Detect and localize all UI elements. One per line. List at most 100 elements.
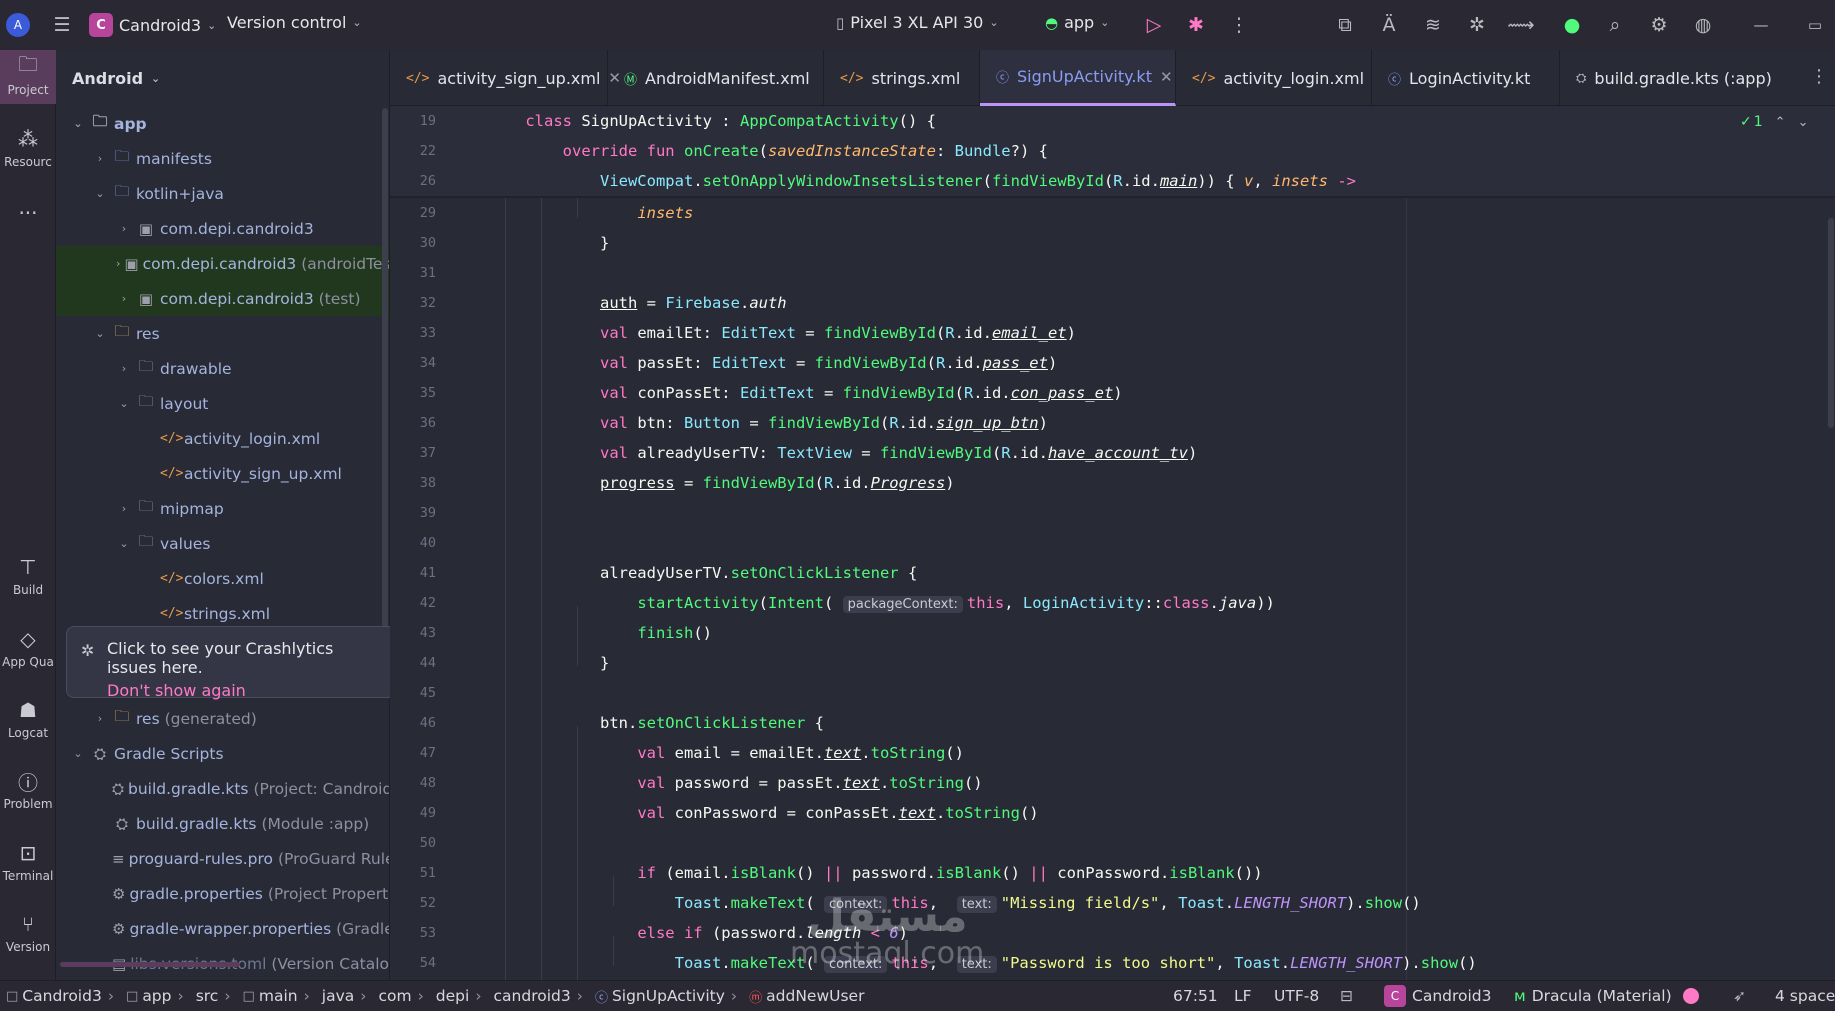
- rocket-icon[interactable]: ➶: [1733, 987, 1746, 1005]
- tab-sign-up-activity-kt[interactable]: ⓒ SignUpActivity.kt ✕: [980, 50, 1176, 106]
- breadcrumb-item[interactable]: □ main ›: [243, 987, 316, 1005]
- tree-node-activity-login-xml[interactable]: </> activity_login.xml: [56, 421, 389, 456]
- tree-node-layout[interactable]: ⌄ 🗀 layout: [56, 386, 389, 421]
- debug-icon[interactable]: ✱: [1181, 10, 1211, 40]
- avatar[interactable]: ◍: [1688, 10, 1718, 40]
- project-view-selector[interactable]: Android ⌄: [56, 50, 389, 106]
- problems-tool-button[interactable]: ⓘ Problem: [0, 768, 56, 812]
- run-icon[interactable]: ▷: [1139, 10, 1169, 40]
- run-config-selector[interactable]: ◓ app ⌄: [1045, 13, 1109, 32]
- panel-horizontal-scrollbar[interactable]: [60, 962, 240, 967]
- indent-setting[interactable]: 4 spaces: [1775, 987, 1835, 1005]
- panel-scrollbar[interactable]: [382, 108, 388, 628]
- tree-node-package-main[interactable]: › ▣ com.depi.candroid3: [56, 211, 389, 246]
- maximize-icon[interactable]: ▭: [1800, 10, 1830, 40]
- gear-icon[interactable]: ⚙: [1644, 10, 1674, 40]
- more-actions-icon[interactable]: ⋮: [1224, 10, 1254, 40]
- breadcrumb-item[interactable]: □ Candroid3 ›: [6, 987, 120, 1005]
- tree-node-manifests[interactable]: › 🗀 manifests: [56, 141, 389, 176]
- tree-node-activity-sign-up-xml[interactable]: </> activity_sign_up.xml: [56, 456, 389, 491]
- tree-node-build-gradle-module[interactable]: ⛭ build.gradle.kts (Module :app): [56, 806, 389, 841]
- terminal-tool-label: Terminal: [2, 869, 54, 883]
- breadcrumb-item[interactable]: □ app ›: [126, 987, 190, 1005]
- caret-position[interactable]: 67:51: [1173, 987, 1218, 1005]
- tree-node-kotlin-java[interactable]: ⌄ 🗀 kotlin+java: [56, 176, 389, 211]
- minimize-icon[interactable]: —: [1746, 10, 1776, 40]
- tree-node-package-androidtest[interactable]: › ▣ com.depi.candroid3 (androidTest: [56, 246, 389, 281]
- tab-activity-login-xml[interactable]: </> activity_login.xml: [1176, 50, 1372, 106]
- breadcrumb-item[interactable]: src ›: [196, 987, 237, 1005]
- tab-strings-xml[interactable]: </> strings.xml: [824, 50, 980, 106]
- tab-build-gradle-app[interactable]: ⛭ build.gradle.kts (:app): [1560, 50, 1800, 106]
- project-tool-button[interactable]: 🗀 Project: [0, 50, 56, 104]
- tree-node-build-gradle-project[interactable]: ⛭build.gradle.kts (Project: Candroid3): [56, 771, 389, 806]
- tree-node-mipmap[interactable]: › 🗀 mipmap: [56, 491, 389, 526]
- tree-node-colors-xml[interactable]: </> colors.xml: [56, 561, 389, 596]
- close-icon[interactable]: ✕: [1160, 68, 1173, 86]
- search-icon[interactable]: ⌕: [1600, 10, 1630, 40]
- resources-tool-button[interactable]: ⁂ Resourc: [0, 126, 56, 169]
- tab-android-manifest[interactable]: Ⓜ AndroidManifest.xml: [608, 50, 824, 106]
- main-menu-icon[interactable]: ☰: [47, 10, 77, 40]
- breadcrumb-item[interactable]: candroid3 ›: [494, 987, 589, 1005]
- problems-tool-label: Problem: [3, 797, 53, 811]
- chevron-up-icon[interactable]: ⌃: [1775, 115, 1786, 130]
- tree-node-gradle-properties[interactable]: ⚙gradle.properties (Project Properties: [56, 876, 389, 911]
- breadcrumb-item[interactable]: ⓒ SignUpActivity ›: [595, 987, 743, 1006]
- tree-node-package-test[interactable]: › ▣ com.depi.candroid3 (test): [56, 281, 389, 316]
- project-status[interactable]: C Candroid3: [1384, 985, 1492, 1007]
- tree-node-extra: (Module :app): [261, 814, 370, 833]
- code-editor[interactable]: 19 class SignUpActivity : AppCompatActiv…: [390, 106, 1835, 980]
- terminal-tool-button[interactable]: ⊡ Terminal: [0, 840, 56, 883]
- xml-file-icon: </>: [406, 70, 430, 86]
- breadcrumb-item[interactable]: depi ›: [436, 987, 488, 1005]
- tree-node-values[interactable]: ⌄ 🗀 values: [56, 526, 389, 561]
- device-selector[interactable]: ▯ Pixel 3 XL API 30 ⌄: [836, 13, 999, 32]
- gradle-icon: ⛭: [93, 744, 106, 763]
- inspection-count: 1: [1753, 114, 1763, 130]
- tree-node-gradle-scripts[interactable]: ⌄ ⛭ Gradle Scripts: [56, 736, 389, 771]
- translate-icon[interactable]: Ä: [1374, 10, 1404, 40]
- breadcrumb-item[interactable]: java ›: [322, 987, 373, 1005]
- logcat-tool-button[interactable]: ☗ Logcat: [0, 697, 56, 740]
- theme-color-dot[interactable]: [1683, 988, 1699, 1004]
- inspection-widget[interactable]: ✓ 1 ⌃ ⌄: [1740, 114, 1808, 130]
- chevron-down-icon[interactable]: ⌄: [1798, 115, 1809, 130]
- tree-node-res-generated[interactable]: › 🗀 res (generated): [56, 701, 389, 736]
- version-control-tool-button[interactable]: ⑂ Version: [0, 911, 56, 954]
- tree-node-gradle-wrapper-properties[interactable]: ⚙gradle-wrapper.properties (Gradle Ve: [56, 911, 389, 946]
- bug-icon[interactable]: ✲: [1462, 10, 1492, 40]
- crashlytics-message[interactable]: Click to see your Crashlytics issues her…: [107, 639, 387, 677]
- vcs-menu[interactable]: Version control ⌄: [227, 13, 362, 32]
- device-manager-icon[interactable]: ⧉: [1330, 10, 1360, 40]
- status-dot-icon[interactable]: ●: [1557, 10, 1587, 40]
- line-separator[interactable]: LF: [1234, 987, 1252, 1005]
- theme-selector[interactable]: ᴍ Dracula (Material): [1514, 987, 1672, 1005]
- editor-scrollbar[interactable]: [1828, 218, 1834, 428]
- more-tools-button[interactable]: ···: [0, 200, 56, 226]
- tree-node-res[interactable]: ⌄ 🗀 res: [56, 316, 389, 351]
- tree-node-drawable[interactable]: › 🗀 drawable: [56, 351, 389, 386]
- sync-icon[interactable]: ≋: [1418, 10, 1448, 40]
- code-line: 36 val btn: Button = findViewById(R.id.s…: [390, 408, 1835, 438]
- warning-circle-icon: ⓘ: [18, 770, 38, 795]
- resources-icon: ⁂: [18, 127, 38, 151]
- app-quality-tool-button[interactable]: ◇ App Qua: [0, 626, 56, 669]
- dont-show-again-link[interactable]: Don't show again: [107, 681, 387, 700]
- file-encoding[interactable]: UTF-8: [1274, 987, 1319, 1005]
- tree-node-app[interactable]: ⌄ 🗀 app: [56, 106, 389, 141]
- notification-icon[interactable]: ⊟: [1340, 987, 1353, 1005]
- tab-login-activity-kt[interactable]: ⓒ LoginActivity.kt: [1372, 50, 1560, 106]
- code-line: 52 Toast.makeText( context: this, text: "M…: [390, 888, 1835, 918]
- tab-activity-sign-up-xml[interactable]: </> activity_sign_up.xml ✕: [390, 50, 621, 106]
- tab-options-icon[interactable]: ⋮: [1810, 66, 1828, 87]
- tree-node-label: values: [160, 534, 211, 553]
- profiler-icon[interactable]: ⟿: [1506, 10, 1536, 40]
- breadcrumb-item[interactable]: ⓜ addNewUser: [749, 987, 864, 1006]
- project-selector[interactable]: C Candroid3 ⌄: [89, 13, 216, 37]
- tree-node-proguard[interactable]: ≡proguard-rules.pro (ProGuard Rules f: [56, 841, 389, 876]
- breadcrumb-item[interactable]: com ›: [378, 987, 429, 1005]
- tree-node-label: mipmap: [160, 499, 224, 518]
- project-status-label: Candroid3: [1412, 987, 1492, 1005]
- build-tool-button[interactable]: ⊤ Build: [0, 554, 56, 597]
